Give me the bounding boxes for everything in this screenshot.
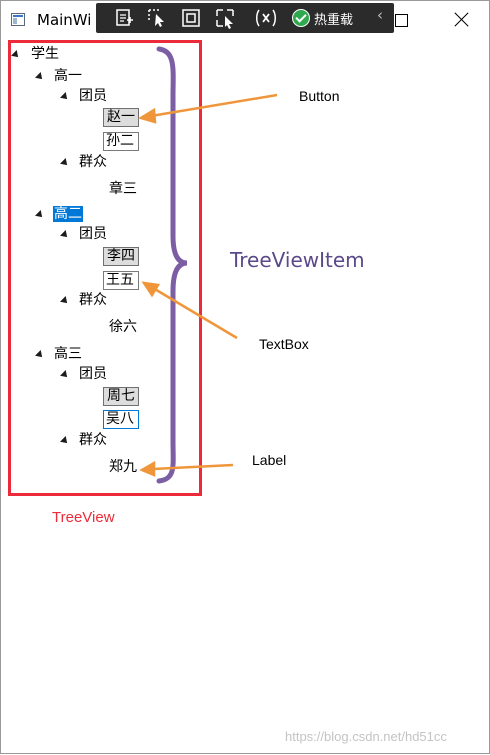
select-element-icon[interactable]: [146, 6, 170, 30]
tree-item-grade[interactable]: 高一: [54, 68, 82, 85]
tree-item-root[interactable]: 学生: [31, 46, 59, 63]
title-bar: MainWi 热重载 ‹: [1, 1, 489, 39]
display-layout-adorners-icon[interactable]: [180, 6, 204, 30]
tree-item-group[interactable]: 团员: [79, 226, 107, 243]
leaf-button[interactable]: 周七: [103, 387, 139, 406]
tree-item-group[interactable]: 团员: [79, 366, 107, 383]
maximize-button[interactable]: [395, 14, 408, 27]
tree-item-grade[interactable]: 高三: [54, 346, 82, 363]
annotation-label: Label: [252, 452, 287, 468]
binding-failures-icon[interactable]: [254, 6, 278, 30]
leaf-button[interactable]: 赵一: [103, 108, 139, 127]
devtools-toolbar: 热重载 ‹: [96, 3, 394, 33]
go-to-live-visual-tree-icon[interactable]: [114, 6, 136, 30]
leaf-textbox[interactable]: 吴八: [103, 410, 139, 429]
tree-item-grade-selected[interactable]: 高二: [53, 206, 83, 223]
selected-label: 高二: [53, 206, 83, 222]
leaf-label: 徐六: [109, 319, 137, 335]
leaf-textbox[interactable]: 王五: [103, 271, 139, 290]
app-icon: [11, 13, 25, 26]
leaf-textbox[interactable]: 孙二: [103, 132, 139, 151]
tree-item-group[interactable]: 群众: [79, 292, 107, 309]
annotation-textbox: TextBox: [259, 336, 309, 352]
leaf-button[interactable]: 李四: [103, 247, 139, 266]
close-button[interactable]: [451, 9, 473, 31]
annotation-button: Button: [299, 88, 340, 104]
leaf-label: 郑九: [109, 459, 137, 475]
annotation-treeview: TreeView: [52, 509, 115, 526]
watermark: https://blog.csdn.net/hd51cc: [285, 729, 447, 744]
check-circle-icon: [292, 9, 310, 27]
annotation-treeviewitem: TreeViewItem: [230, 248, 365, 272]
tree-item-group[interactable]: 团员: [79, 88, 107, 105]
leaf-label: 章三: [109, 181, 137, 197]
hot-reload-label: 热重载: [314, 12, 354, 28]
track-focused-element-icon[interactable]: [214, 6, 238, 30]
collapse-toolbar-icon[interactable]: ‹: [377, 6, 383, 24]
tree-item-group[interactable]: 群众: [79, 432, 107, 449]
tree-item-group[interactable]: 群众: [79, 154, 107, 171]
window-title: MainWi: [37, 11, 92, 29]
main-window: MainWi 热重载 ‹ 学生 高一 团员 赵一 孙二 群众 章三 高二 团员 …: [0, 0, 490, 754]
hot-reload-indicator[interactable]: 热重载: [292, 7, 353, 29]
